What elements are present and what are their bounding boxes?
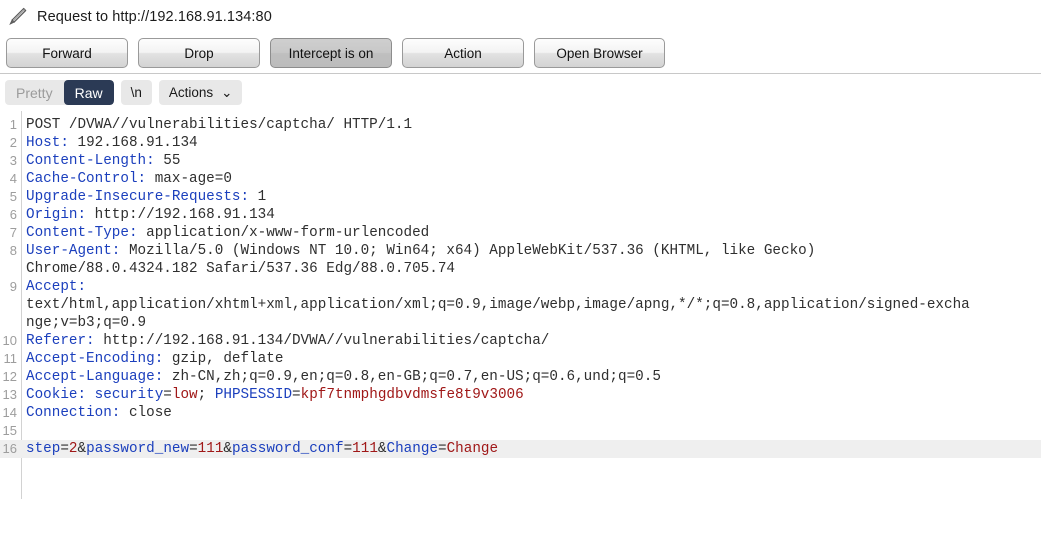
line-text: Content-Length: 55: [26, 153, 181, 169]
line-number: 15: [2, 423, 17, 438]
message-view-tabbar: Pretty Raw \n Actions ⌄: [0, 74, 1041, 111]
page-title: Request to http://192.168.91.134:80: [37, 8, 272, 25]
window-titlebar: Request to http://192.168.91.134:80: [0, 0, 1041, 33]
intercept-action-toolbar: Forward Drop Intercept is on Action Open…: [0, 33, 1041, 73]
request-line: 12 Accept-Language: zh-CN,zh;q=0.9,en;q=0…: [0, 368, 1041, 386]
line-text: [17, 422, 1041, 440]
request-line: nge;v=b3;q=0.9: [0, 314, 1041, 332]
line-text: Cache-Control: max-age=0: [26, 171, 232, 187]
request-editor[interactable]: 1 POST /DVWA//vulnerabilities/captcha/ HT…: [0, 111, 1041, 499]
line-text: Accept-Language: zh-CN,zh;q=0.9,en;q=0.8…: [26, 369, 661, 385]
drop-button[interactable]: Drop: [138, 38, 260, 68]
request-line: 14 Connection: close: [0, 404, 1041, 422]
intercept-toggle-button[interactable]: Intercept is on: [270, 38, 392, 68]
line-text: User-Agent: Mozilla/5.0 (Windows NT 10.0…: [26, 243, 816, 259]
request-line: 10 Referer: http://192.168.91.134/DVWA//v…: [0, 332, 1041, 350]
line-number: 10: [2, 333, 17, 348]
line-number: 6: [9, 207, 17, 222]
request-raw-text[interactable]: 1 POST /DVWA//vulnerabilities/captcha/ HT…: [0, 111, 1041, 458]
line-text: text/html,application/xhtml+xml,applicat…: [26, 297, 970, 313]
request-line: 9 Accept:: [0, 278, 1041, 296]
request-line: 15: [0, 422, 1041, 440]
line-number: 11: [3, 351, 18, 366]
line-text: Referer: http://192.168.91.134/DVWA//vul…: [26, 333, 550, 349]
open-browser-button[interactable]: Open Browser: [534, 38, 665, 68]
request-line: 7 Content-Type: application/x-www-form-ur…: [0, 224, 1041, 242]
request-line: 13 Cookie: security=low; PHPSESSID=kpf7tn…: [0, 386, 1041, 404]
line-number: 4: [9, 171, 17, 186]
request-line: 1 POST /DVWA//vulnerabilities/captcha/ HT…: [0, 116, 1041, 134]
line-text: Connection: close: [26, 405, 172, 421]
line-number: 12: [2, 369, 17, 384]
request-line: Chrome/88.0.4324.182 Safari/537.36 Edg/8…: [0, 260, 1041, 278]
line-text: Host: 192.168.91.134: [26, 135, 198, 151]
line-text: Upgrade-Insecure-Requests: 1: [26, 189, 267, 205]
line-number: 13: [2, 387, 17, 402]
forward-button[interactable]: Forward: [6, 38, 128, 68]
line-text: step=2&password_new=111&password_conf=11…: [26, 441, 499, 457]
line-number: 14: [2, 405, 17, 420]
actions-menu-button[interactable]: Actions ⌄: [158, 80, 243, 105]
pencil-icon: [5, 5, 29, 29]
line-number: 1: [9, 117, 17, 132]
request-line: text/html,application/xhtml+xml,applicat…: [0, 296, 1041, 314]
request-line: 8 User-Agent: Mozilla/5.0 (Windows NT 10.…: [0, 242, 1041, 260]
line-number: 7: [9, 225, 17, 240]
pretty-raw-segmented-control: Pretty Raw: [5, 80, 114, 105]
line-text: Origin: http://192.168.91.134: [26, 207, 275, 223]
newline-toggle-button[interactable]: \n: [120, 80, 152, 105]
line-number: 9: [9, 279, 17, 294]
request-line: 16 step=2&password_new=111&password_conf=…: [0, 440, 1041, 458]
line-number: 3: [9, 153, 17, 168]
action-button[interactable]: Action: [402, 38, 524, 68]
request-line: 3 Content-Length: 55: [0, 152, 1041, 170]
tab-pretty[interactable]: Pretty: [5, 80, 64, 105]
line-text: Cookie: security=low; PHPSESSID=kpf7tnmp…: [26, 387, 524, 403]
line-number: 5: [9, 189, 17, 204]
line-text: Accept:: [26, 279, 87, 295]
line-number: 2: [9, 135, 17, 150]
line-text: nge;v=b3;q=0.9: [26, 315, 147, 331]
line-text: Chrome/88.0.4324.182 Safari/537.36 Edg/8…: [26, 261, 455, 277]
request-line: 4 Cache-Control: max-age=0: [0, 170, 1041, 188]
actions-menu-label: Actions: [168, 85, 214, 100]
line-number: 16: [2, 441, 17, 456]
chevron-down-icon: ⌄: [221, 84, 233, 100]
line-text: Accept-Encoding: gzip, deflate: [26, 351, 284, 367]
line-text: POST /DVWA//vulnerabilities/captcha/ HTT…: [26, 117, 413, 133]
request-line: 11 Accept-Encoding: gzip, deflate: [0, 350, 1041, 368]
tab-raw[interactable]: Raw: [63, 80, 114, 105]
line-text: Content-Type: application/x-www-form-url…: [26, 225, 430, 241]
line-number: 8: [9, 243, 17, 258]
request-line: 5 Upgrade-Insecure-Requests: 1: [0, 188, 1041, 206]
request-line: 2 Host: 192.168.91.134: [0, 134, 1041, 152]
request-line: 6 Origin: http://192.168.91.134: [0, 206, 1041, 224]
